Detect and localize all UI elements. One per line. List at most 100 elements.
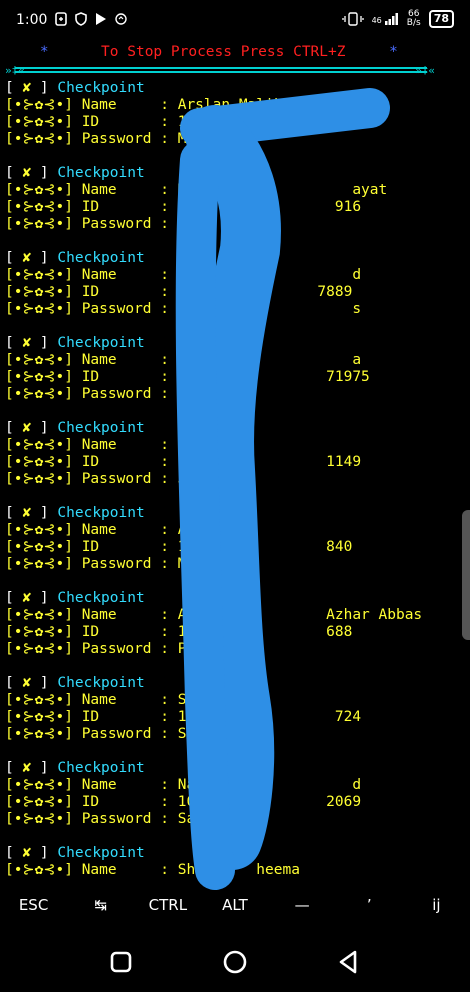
- checkpoint-entry: [ ✘ ] Checkpoint [•⊱✿⊰•] Name : Aya [•⊱✿⊰•…: [5, 505, 465, 573]
- field-value: Mus ayat: [177, 182, 388, 198]
- row-marker: [•⊱✿⊰•]: [5, 114, 82, 130]
- extra-key-4[interactable]: —: [269, 890, 336, 920]
- field-value: Aya: [177, 522, 204, 538]
- field-label: Name: [81, 97, 117, 113]
- row-marker: [•⊱✿⊰•]: [5, 454, 82, 470]
- row-marker: [•⊱✿⊰•]: [5, 862, 82, 878]
- row-marker: [•⊱✿⊰•]: [5, 624, 82, 640]
- extra-key-5[interactable]: ’: [336, 890, 403, 920]
- spacer: :: [151, 641, 178, 657]
- row-marker: [•⊱✿⊰•]: [5, 437, 82, 453]
- extra-key-6[interactable]: ij: [403, 890, 470, 920]
- row-marker: [•⊱✿⊰•]: [5, 641, 82, 657]
- recents-button[interactable]: [108, 949, 134, 975]
- spacer: :: [116, 437, 178, 453]
- field-label: ID: [81, 794, 100, 810]
- side-panel-handle[interactable]: [462, 510, 470, 640]
- field-value: Sh: [177, 692, 196, 708]
- field-label: Name: [81, 352, 117, 368]
- home-button[interactable]: [222, 949, 248, 975]
- navigation-bar: [0, 935, 470, 987]
- row-marker: [•⊱✿⊰•]: [5, 352, 82, 368]
- field-label: Name: [81, 692, 117, 708]
- extra-key-1[interactable]: ↹: [67, 890, 134, 920]
- fail-mark: ✘: [22, 165, 32, 181]
- spacer: :: [151, 301, 178, 317]
- checkpoint-entry: [ ✘ ] Checkpoint [•⊱✿⊰•] Name : Sa d [•⊱✿⊰…: [5, 250, 465, 318]
- bracket: ]: [31, 335, 58, 351]
- spacer: :: [116, 97, 178, 113]
- spacer: :: [116, 352, 178, 368]
- network-type: 46: [371, 16, 382, 25]
- field-value: Mai: [177, 556, 204, 572]
- bracket: [: [5, 335, 23, 351]
- row-marker: [•⊱✿⊰•]: [5, 97, 82, 113]
- field-value: Jutt: [177, 471, 213, 487]
- spacer: :: [116, 777, 178, 793]
- field-label: Password: [81, 471, 152, 487]
- extra-key-0[interactable]: ESC: [0, 890, 67, 920]
- bracket: [: [5, 420, 23, 436]
- row-marker: [•⊱✿⊰•]: [5, 386, 82, 402]
- entry-password-row: [•⊱✿⊰•] Password : Mai: [5, 556, 465, 573]
- entry-password-row: [•⊱✿⊰•] Password : Wa s: [5, 301, 465, 318]
- entry-id-row: [•⊱✿⊰•] ID : 10 688: [5, 624, 465, 641]
- spacer: :: [116, 692, 178, 708]
- field-value: Sha: [177, 726, 204, 742]
- notification-icon: [55, 12, 67, 26]
- play-store-icon: [96, 13, 106, 25]
- entry-id-row: [•⊱✿⊰•] ID : 10 724: [5, 709, 465, 726]
- fail-mark: ✘: [22, 505, 32, 521]
- bracket: [: [5, 590, 23, 606]
- row-marker: [•⊱✿⊰•]: [5, 692, 82, 708]
- fail-mark: ✘: [22, 590, 32, 606]
- field-label: Name: [81, 267, 117, 283]
- field-value: Sai: [177, 811, 204, 827]
- field-value: 100 916: [177, 199, 362, 215]
- checkpoint-entry: [ ✘ ] Checkpoint [•⊱✿⊰•] Name : Naw d [•⊱✿…: [5, 760, 465, 828]
- row-marker: [•⊱✿⊰•]: [5, 726, 82, 742]
- checkpoint-entry: [ ✘ ] Checkpoint [•⊱✿⊰•] Name : Sher heem…: [5, 845, 465, 879]
- field-value: 1000 1149: [177, 454, 362, 470]
- shield-icon: [75, 12, 87, 26]
- row-marker: [•⊱✿⊰•]: [5, 811, 82, 827]
- row-marker: [•⊱✿⊰•]: [5, 471, 82, 487]
- field-value: 100 840: [177, 539, 353, 555]
- spacer: :: [99, 539, 178, 555]
- field-label: ID: [81, 369, 100, 385]
- spacer: :: [99, 794, 178, 810]
- field-label: Name: [81, 522, 117, 538]
- field-value: 100: [177, 114, 204, 130]
- checkpoint-label: Checkpoint: [57, 675, 145, 691]
- spacer: :: [151, 471, 178, 487]
- checkpoint-header: [ ✘ ] Checkpoint: [5, 250, 465, 267]
- field-label: Password: [81, 301, 152, 317]
- spacer: :: [151, 131, 178, 147]
- field-label: ID: [81, 454, 100, 470]
- spacer: :: [116, 182, 178, 198]
- entry-password-row: [•⊱✿⊰•] Password : Sha: [5, 726, 465, 743]
- checkpoint-list: [ ✘ ] Checkpoint [•⊱✿⊰•] Name : Arslan Ma…: [5, 80, 465, 879]
- field-label: Name: [81, 437, 117, 453]
- field-label: Password: [81, 216, 152, 232]
- row-marker: [•⊱✿⊰•]: [5, 216, 82, 232]
- field-label: Password: [81, 556, 152, 572]
- field-label: Password: [81, 131, 152, 147]
- signal-indicator: 46: [372, 13, 399, 25]
- checkpoint-header: [ ✘ ] Checkpoint: [5, 80, 465, 97]
- entry-name-row: [•⊱✿⊰•] Name : Tayy: [5, 437, 465, 454]
- back-button[interactable]: [336, 949, 362, 975]
- terminal-output[interactable]: * To Stop Process Press CTRL+Z * »‡« »‡«…: [5, 44, 465, 896]
- extra-key-2[interactable]: CTRL: [134, 890, 201, 920]
- row-marker: [•⊱✿⊰•]: [5, 709, 82, 725]
- bracket: ]: [31, 675, 58, 691]
- field-label: Password: [81, 726, 152, 742]
- vibrate-icon: [341, 12, 364, 26]
- extra-key-3[interactable]: ALT: [201, 890, 268, 920]
- row-marker: [•⊱✿⊰•]: [5, 267, 82, 283]
- spacer: :: [116, 522, 178, 538]
- spacer: :: [99, 199, 178, 215]
- checkpoint-label: Checkpoint: [57, 250, 145, 266]
- field-label: Name: [81, 607, 117, 623]
- field-value: Naw d: [177, 777, 362, 793]
